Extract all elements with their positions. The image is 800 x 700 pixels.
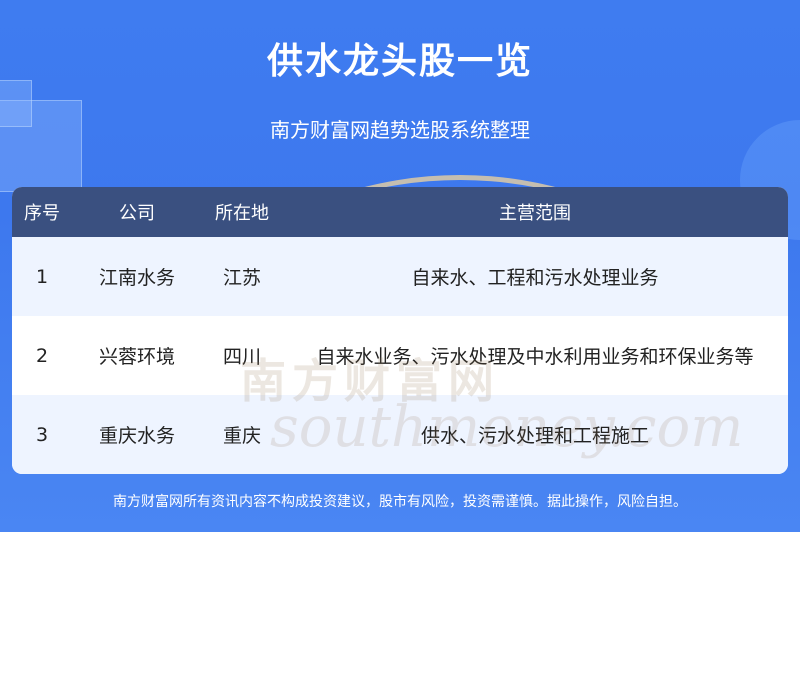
table-row: 1 江南水务 江苏 自来水、工程和污水处理业务 [12, 237, 788, 316]
table-header: 序号 公司 所在地 主营范围 [12, 187, 788, 237]
cell-location: 重庆 [222, 425, 261, 447]
cell-business: 供水、污水处理和工程施工 [420, 425, 649, 447]
disclaimer-text: 南方财富网所有资讯内容不构成投资建议，股市有风险，投资需谨慎。据此操作，风险自担… [113, 494, 687, 510]
cell-no: 3 [35, 423, 49, 446]
column-header-no: 序号 [24, 203, 60, 224]
cell-business: 自来水业务、污水处理及中水利用业务和环保业务等 [316, 346, 754, 368]
cell-no: 1 [35, 265, 49, 288]
cell-location: 江苏 [222, 267, 261, 289]
cell-location: 四川 [222, 346, 261, 368]
cell-company: 重庆水务 [98, 425, 175, 447]
cell-company: 兴蓉环境 [98, 346, 175, 368]
stock-table: 序号 公司 所在地 主营范围 1 江南水务 江苏 自来水、工程和污水处理业务 2… [12, 187, 788, 474]
page-subtitle: 南方财富网趋势选股系统整理 [270, 118, 530, 142]
cell-no: 2 [35, 344, 49, 367]
column-header-company: 公司 [119, 203, 155, 224]
cell-business: 自来水、工程和污水处理业务 [411, 267, 659, 289]
cell-company: 江南水务 [98, 267, 175, 289]
table-row: 2 兴蓉环境 四川 自来水业务、污水处理及中水利用业务和环保业务等 [12, 316, 788, 395]
header-banner: 供水龙头股一览 南方财富网趋势选股系统整理 序号 公司 所在地 主营范围 1 江… [0, 0, 800, 532]
column-header-location: 所在地 [215, 203, 269, 224]
table-row: 3 重庆水务 重庆 供水、污水处理和工程施工 [12, 395, 788, 474]
page-title: 供水龙头股一览 [266, 41, 533, 82]
column-header-business: 主营范围 [499, 203, 571, 224]
